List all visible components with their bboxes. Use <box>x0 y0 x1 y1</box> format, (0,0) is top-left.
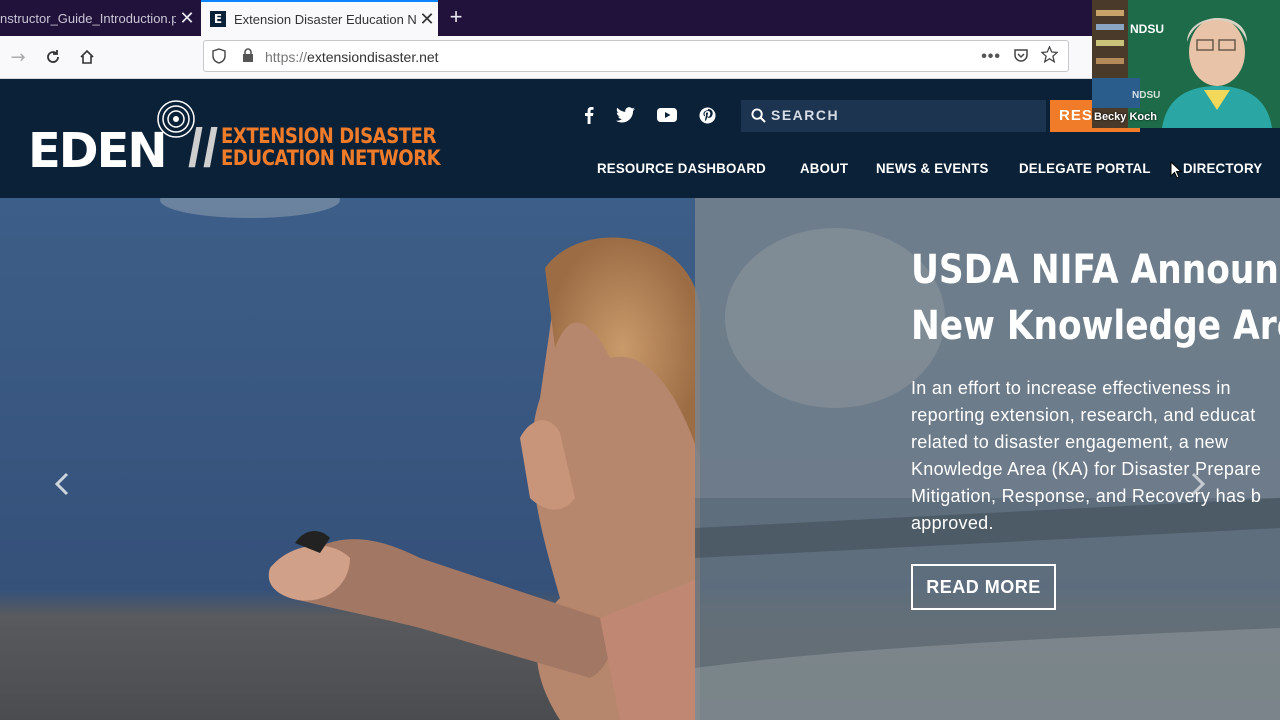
pocket-icon[interactable] <box>1013 47 1029 68</box>
nav-about[interactable]: ABOUT <box>800 160 848 176</box>
webcam-backdrop-text-lower: NDSU <box>1132 90 1161 101</box>
bookmark-star-icon[interactable] <box>1040 45 1059 68</box>
read-more-button[interactable]: READ MORE <box>911 564 1056 610</box>
address-bar[interactable]: https://extensiondisaster.net ••• <box>203 40 1069 72</box>
webcam-image <box>1092 0 1280 128</box>
nav-delegate-portal[interactable]: DELEGATE PORTAL <box>1019 160 1151 176</box>
tab-instructor-guide[interactable]: nstructor_Guide_Introduction.p ✕ <box>0 0 198 36</box>
page-actions-menu-icon[interactable]: ••• <box>981 48 1001 66</box>
participant-name: Becky Koch <box>1094 111 1157 123</box>
carousel-next-arrow-icon[interactable] <box>1190 472 1206 501</box>
hero-summary: In an effort to increase effectiveness i… <box>911 378 1262 533</box>
logo-slash-mark: // <box>188 118 219 178</box>
tab-title: Extension Disaster Education N <box>234 11 416 27</box>
carousel-prev-arrow-icon[interactable] <box>54 472 70 501</box>
close-tab-icon[interactable]: ✕ <box>176 9 198 27</box>
home-icon[interactable] <box>75 45 99 69</box>
webcam-video-feed: NDSU NDSU Becky Koch <box>1092 0 1280 128</box>
reload-icon[interactable] <box>41 45 65 69</box>
hero-headline: USDA NIFA Announces New Knowledge Area <box>911 247 1280 349</box>
youtube-icon[interactable] <box>657 105 677 125</box>
forward-icon[interactable]: → <box>6 45 30 69</box>
mouse-cursor-icon <box>1170 161 1182 179</box>
pinterest-icon[interactable] <box>699 105 716 125</box>
site-search-input[interactable]: SEARCH <box>741 100 1046 132</box>
search-placeholder: SEARCH <box>771 107 840 123</box>
twitter-icon[interactable] <box>616 105 635 125</box>
lock-icon[interactable] <box>242 48 254 68</box>
webcam-backdrop-text: NDSU <box>1130 22 1165 36</box>
tab-extension-disaster[interactable]: E Extension Disaster Education N ✕ <box>201 0 438 36</box>
url-text: https://extensiondisaster.net <box>265 49 439 65</box>
nav-news-events[interactable]: NEWS & EVENTS <box>876 160 989 176</box>
close-tab-icon[interactable]: ✕ <box>416 10 438 28</box>
nav-directory[interactable]: DIRECTORY <box>1183 160 1262 176</box>
facebook-icon[interactable] <box>584 105 594 125</box>
logo-wordmark: EDEN <box>28 123 168 179</box>
nav-resource-dashboard[interactable]: RESOURCE DASHBOARD <box>597 160 766 176</box>
hero-carousel: USDA NIFA Announces New Knowledge Area I… <box>0 198 1280 720</box>
site-header: EDEN // EXTENSION DISASTER EDUCATION NET… <box>0 79 1280 198</box>
new-tab-icon[interactable]: + <box>444 4 468 30</box>
search-icon <box>751 108 766 123</box>
browser-tab-bar: nstructor_Guide_Introduction.p ✕ E Exten… <box>0 0 1280 36</box>
social-links <box>584 105 716 125</box>
logo-tagline-line2: EDUCATION NETWORK <box>221 146 441 170</box>
tab-title: nstructor_Guide_Introduction.p <box>0 10 176 26</box>
browser-nav-bar: → https://extensiondisaster.net ••• <box>0 36 1280 79</box>
logo-tagline-line1: EXTENSION DISASTER <box>221 124 437 148</box>
eden-logo[interactable]: EDEN // EXTENSION DISASTER EDUCATION NET… <box>28 99 441 175</box>
tracking-protection-shield-icon[interactable] <box>212 48 226 69</box>
eden-favicon-icon: E <box>210 11 226 27</box>
